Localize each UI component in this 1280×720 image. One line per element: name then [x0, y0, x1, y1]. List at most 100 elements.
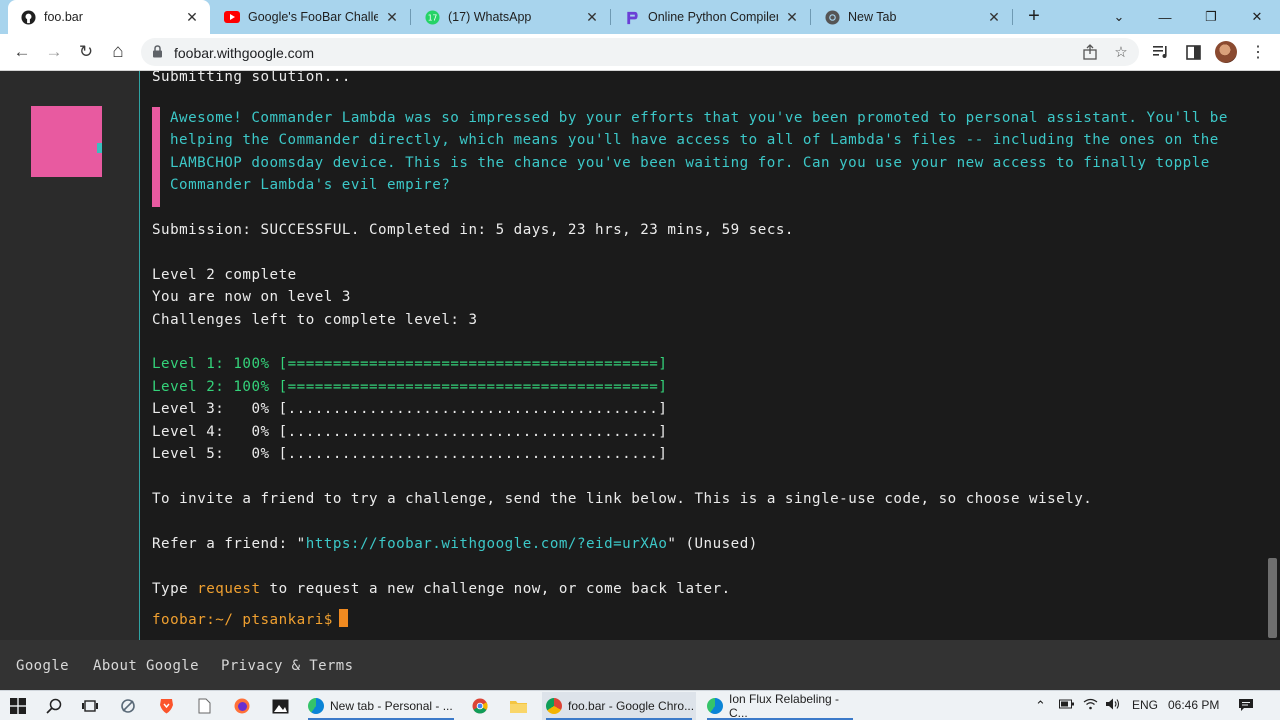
tab-separator — [810, 9, 811, 25]
profile-avatar[interactable] — [1215, 41, 1237, 63]
submission-status: Submission: SUCCESSFUL. Completed in: 5 … — [152, 222, 794, 238]
page-footer: Google About Google Privacy & Terms — [0, 640, 1280, 690]
referral-link[interactable]: https://foobar.withgoogle.com/?eid=urXAo — [306, 536, 668, 552]
prompt-line[interactable]: foobar:~/ ptsankari$ — [152, 609, 348, 629]
edge-icon — [308, 698, 324, 714]
windows-taskbar: New tab - Personal - ... foo.bar - Googl… — [0, 690, 1280, 720]
firefox-icon[interactable] — [232, 696, 252, 716]
level-progress-4: Level 4: 0% [...........................… — [152, 424, 668, 440]
request-keyword: request — [197, 581, 261, 597]
restore-button[interactable]: ❐ — [1188, 0, 1234, 34]
foobar-logo — [31, 106, 102, 177]
footer-link-privacy[interactable]: Privacy & Terms — [221, 658, 353, 674]
media-controls-icon[interactable] — [1151, 42, 1171, 62]
file-explorer-icon[interactable] — [508, 696, 528, 716]
close-icon[interactable]: ✕ — [986, 9, 1002, 26]
address-bar[interactable]: foobar.withgoogle.com ☆ — [141, 38, 1139, 66]
foobar-page: Submitting solution... Awesome! Commande… — [0, 71, 1280, 640]
clock[interactable]: 06:46 PM — [1168, 698, 1219, 712]
refer-suffix: " (Unused) — [667, 536, 758, 552]
level-progress-1: Level 1: 100% [=========================… — [152, 356, 668, 372]
photos-icon[interactable] — [270, 696, 290, 716]
windows-start-icon[interactable] — [8, 696, 28, 716]
task-view-icon[interactable] — [80, 696, 100, 716]
type-prefix: Type — [152, 581, 198, 597]
brave-icon[interactable] — [156, 696, 176, 716]
side-panel-icon[interactable] — [1183, 42, 1203, 62]
invite-line: To invite a friend to try a challenge, s… — [152, 491, 1093, 507]
tab-label: New Tab — [848, 10, 897, 24]
level-progress-3: Level 3: 0% [...........................… — [152, 401, 668, 417]
menu-kebab-icon[interactable]: ⋮ — [1248, 42, 1268, 62]
tab-search-dropdown-icon[interactable]: ⌄ — [1096, 0, 1142, 34]
tab-separator — [1012, 9, 1013, 25]
battery-icon[interactable] — [1059, 698, 1075, 713]
share-icon[interactable] — [1081, 43, 1099, 61]
chrome-icon — [824, 9, 840, 25]
shell-prompt: foobar:~/ ptsankari$ — [152, 612, 333, 628]
chrome-icon — [546, 698, 562, 714]
left-pane — [0, 71, 140, 640]
notification-icon[interactable] — [1238, 698, 1254, 715]
chrome-icon[interactable] — [470, 696, 490, 716]
window-close-button[interactable]: ✕ — [1234, 0, 1280, 34]
minimize-button[interactable]: — — [1142, 0, 1188, 34]
refer-prefix: Refer a friend: " — [152, 536, 306, 552]
scrollbar-track[interactable] — [1266, 71, 1280, 640]
taskbar-app-label: New tab - Personal - ... — [330, 699, 453, 713]
tab-whatsapp[interactable]: 17 (17) WhatsApp ✕ — [412, 0, 610, 34]
footer-link-google[interactable]: Google — [16, 658, 69, 674]
level-progress-2: Level 2: 100% [=========================… — [152, 379, 668, 395]
tab-python-compiler[interactable]: Online Python Compiler ( ✕ — [612, 0, 810, 34]
promotion-message: Awesome! Commander Lambda was so impress… — [152, 107, 1262, 207]
home-button[interactable]: ⌂ — [106, 40, 130, 64]
footer-link-about[interactable]: About Google — [93, 658, 199, 674]
challenges-left-line: Challenges left to complete level: 3 — [152, 312, 478, 328]
tab-youtube[interactable]: Google's FooBar Challeng ✕ — [212, 0, 410, 34]
youtube-icon — [224, 9, 240, 25]
tab-new-tab[interactable]: New Tab ✕ — [812, 0, 1012, 34]
promotion-text: Awesome! Commander Lambda was so impress… — [170, 110, 1237, 193]
close-icon[interactable]: ✕ — [584, 9, 600, 26]
tab-label: Google's FooBar Challeng — [248, 10, 378, 24]
level-complete-line: Level 2 complete — [152, 267, 297, 283]
show-hidden-icons-chevron-icon[interactable]: ⌃ — [1035, 698, 1046, 714]
taskbar-app-chrome-foobar[interactable]: foo.bar - Google Chro... — [542, 692, 696, 720]
tab-foobar[interactable]: foo.bar ✕ — [8, 0, 210, 34]
type-suffix: to request a new challenge now, or come … — [260, 581, 731, 597]
quote-bar — [152, 107, 160, 207]
terminal-border — [139, 71, 140, 640]
close-icon[interactable]: ✕ — [184, 9, 200, 26]
language-indicator[interactable]: ENG — [1132, 698, 1158, 712]
file-icon[interactable] — [194, 696, 214, 716]
new-tab-button[interactable]: + — [1022, 5, 1046, 29]
taskbar-app-label: foo.bar - Google Chro... — [568, 699, 695, 713]
svg-text:17: 17 — [427, 13, 437, 22]
reload-button[interactable]: ↻ — [74, 40, 98, 64]
close-icon[interactable]: ✕ — [384, 9, 400, 26]
current-level-line: You are now on level 3 — [152, 289, 351, 305]
wifi-icon[interactable] — [1083, 698, 1098, 713]
tab-separator — [410, 9, 411, 25]
tab-label: foo.bar — [44, 10, 83, 24]
level-progress-5: Level 5: 0% [...........................… — [152, 446, 668, 462]
bookmark-star-icon[interactable]: ☆ — [1112, 43, 1130, 61]
taskbar-app-edge-ion-flux[interactable]: Ion Flux Relabeling - C... — [703, 692, 857, 720]
tab-label: Online Python Compiler ( — [648, 10, 778, 24]
close-icon[interactable]: ✕ — [784, 9, 800, 26]
programiz-icon — [624, 9, 640, 25]
whatsapp-icon: 17 — [424, 9, 440, 25]
scrollbar-thumb[interactable] — [1268, 558, 1277, 638]
search-icon[interactable] — [44, 696, 64, 716]
github-icon — [20, 9, 36, 25]
forward-button[interactable]: → — [42, 40, 66, 64]
pinned-app-icon[interactable] — [118, 696, 138, 716]
lock-icon — [152, 45, 163, 63]
edge-icon — [707, 698, 723, 714]
back-button[interactable]: ← — [10, 40, 34, 64]
logo-accent — [97, 143, 102, 153]
submitting-line: Submitting solution... — [152, 71, 351, 85]
type-request-line: Type request to request a new challenge … — [152, 579, 731, 599]
volume-icon[interactable] — [1106, 698, 1121, 713]
taskbar-app-edge-personal[interactable]: New tab - Personal - ... — [304, 692, 458, 720]
